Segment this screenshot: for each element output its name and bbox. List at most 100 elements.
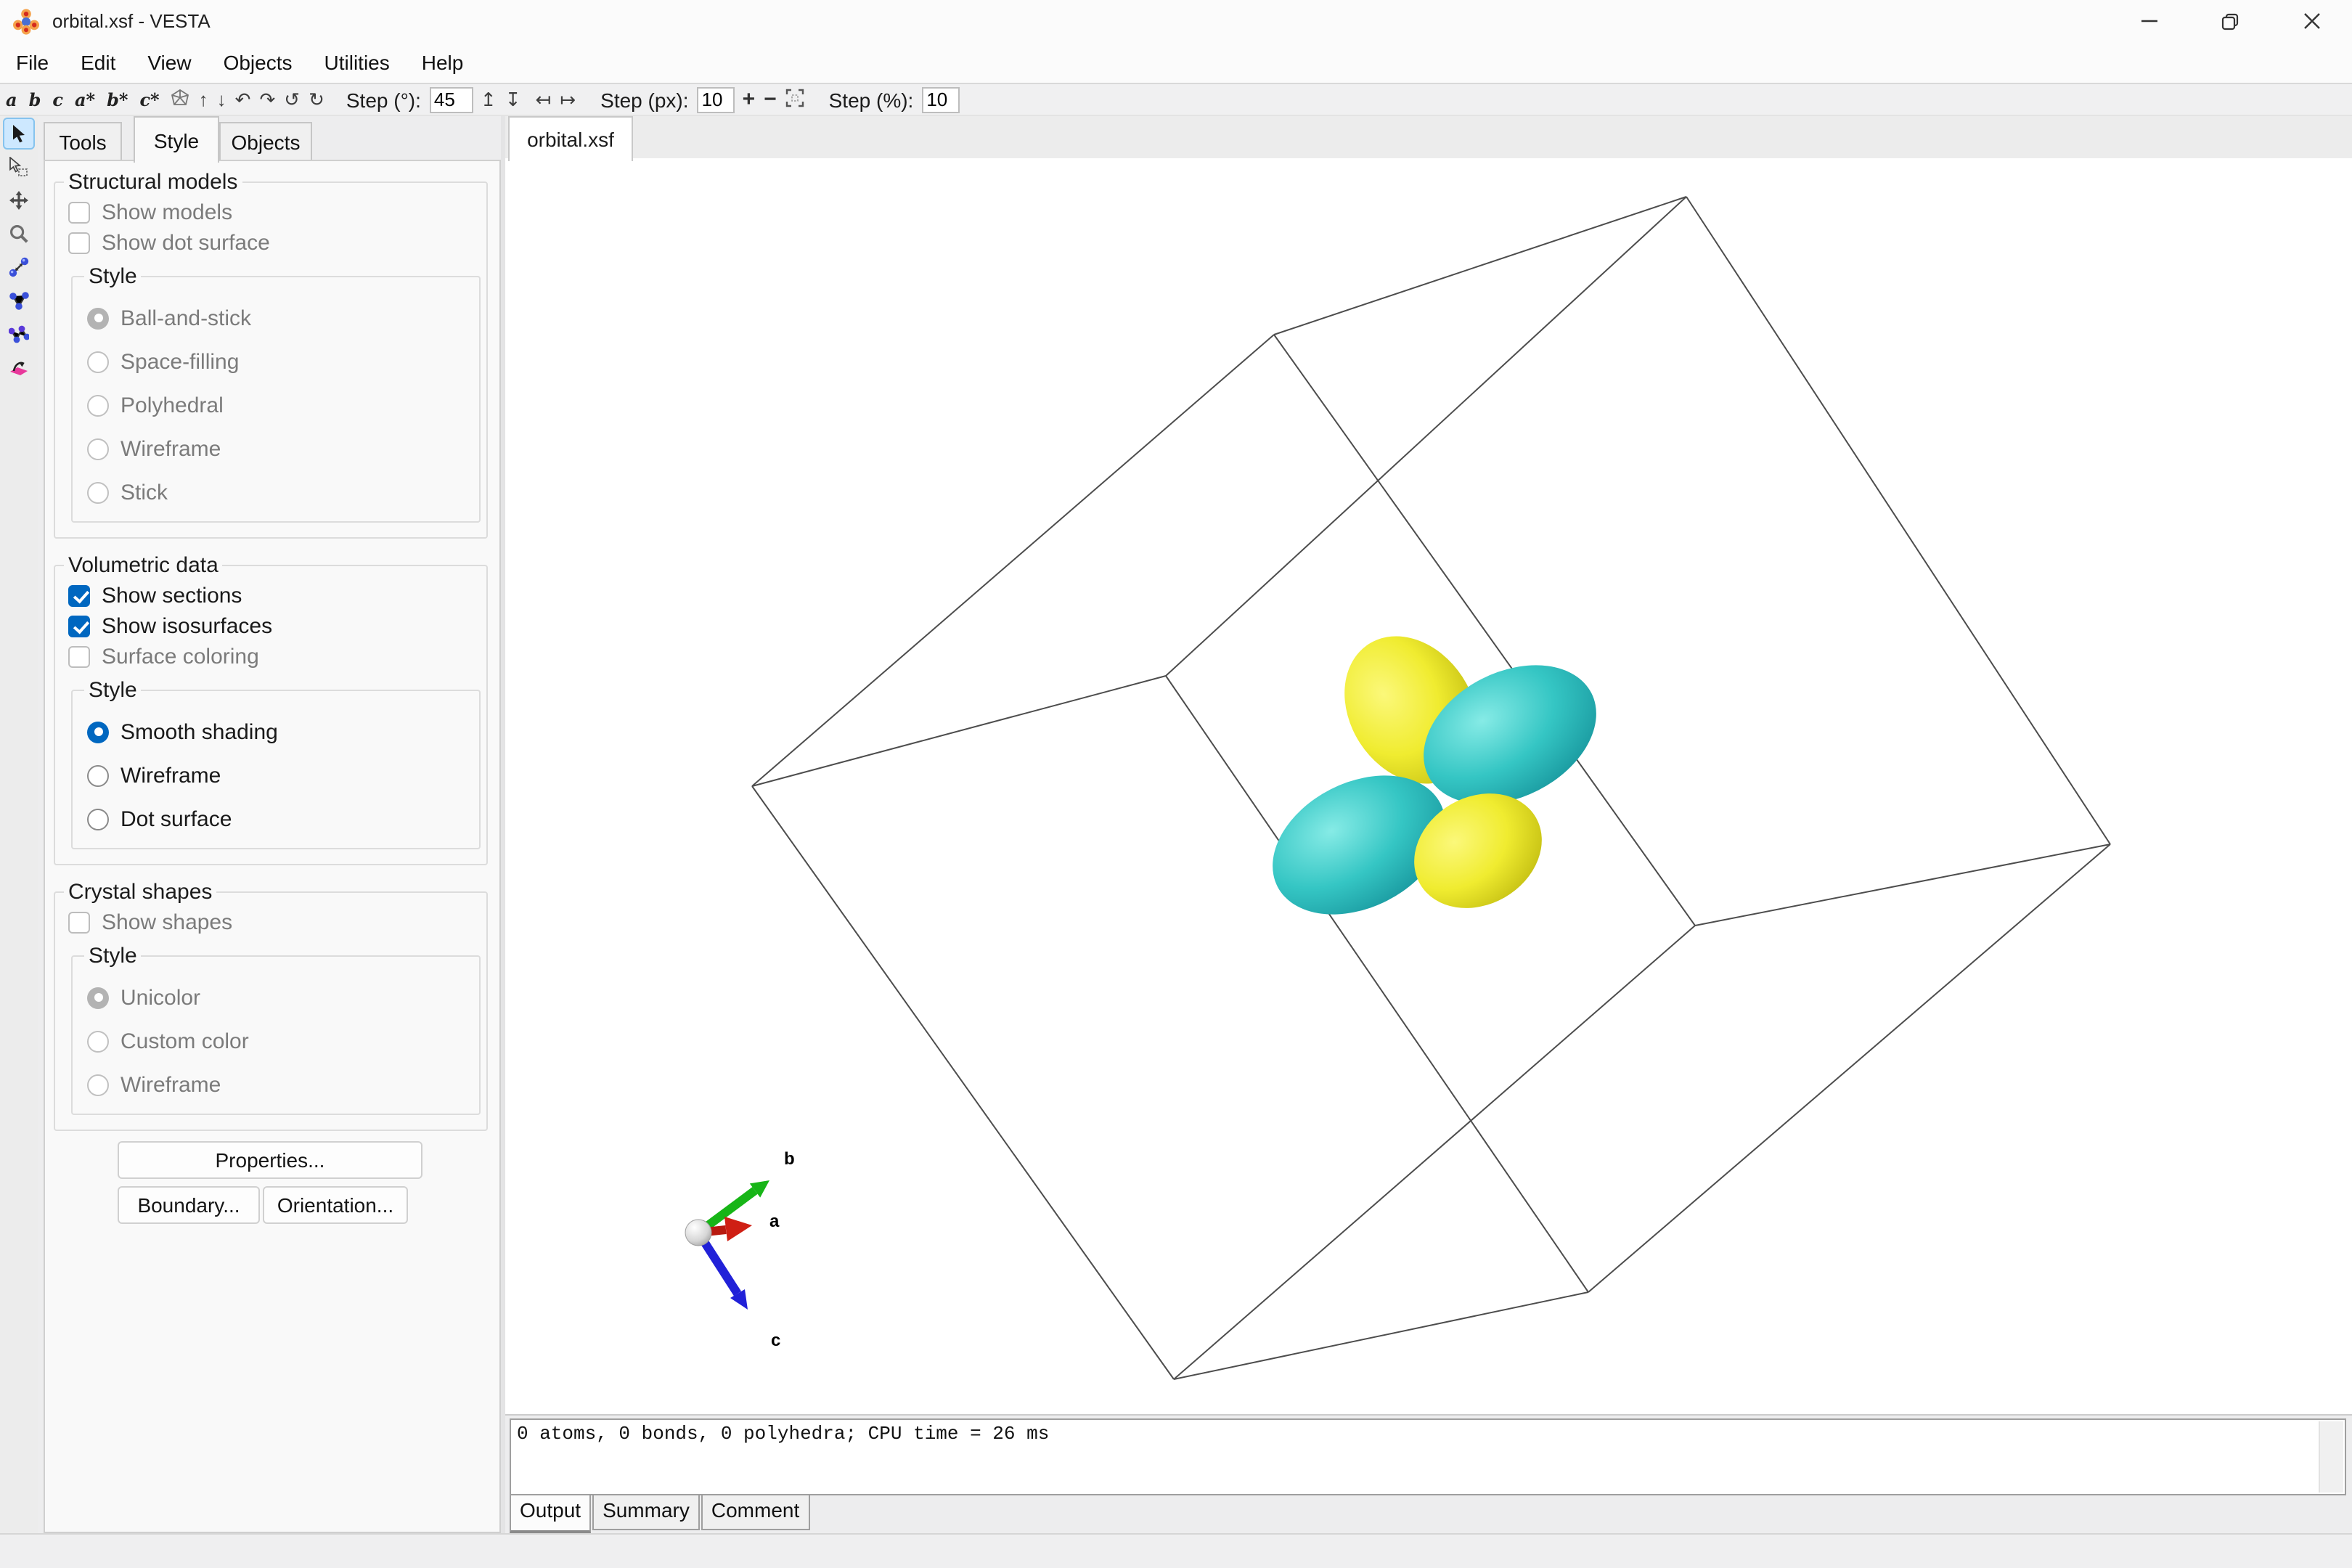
smooth-shading-radio[interactable] bbox=[87, 721, 109, 743]
space-filling-radio[interactable] bbox=[87, 351, 109, 372]
show-models-row[interactable]: Show models bbox=[61, 197, 481, 228]
stick-radio[interactable] bbox=[87, 481, 109, 503]
console-scrollbar[interactable] bbox=[2319, 1421, 2343, 1493]
select-tool-button[interactable] bbox=[3, 118, 35, 150]
spin-ccw-icon[interactable]: ↺ bbox=[279, 90, 304, 109]
axis-b-label: b bbox=[784, 1149, 795, 1169]
radio-wireframe-crystal[interactable]: Wireframe bbox=[81, 1070, 473, 1099]
spin-cw-icon[interactable]: ↻ bbox=[304, 90, 329, 109]
unicolor-radio[interactable] bbox=[87, 987, 109, 1008]
surface-coloring-label: Surface coloring bbox=[102, 645, 259, 669]
step-px-input[interactable] bbox=[698, 86, 735, 113]
magnify-tool-button[interactable] bbox=[3, 218, 35, 250]
wireframe-volumetric-radio[interactable] bbox=[87, 764, 109, 786]
select-area-tool-button[interactable] bbox=[3, 151, 35, 183]
polyhedron-view-icon[interactable] bbox=[166, 88, 195, 111]
wireframe-structural-label: Wireframe bbox=[121, 436, 221, 461]
ball-and-stick-radio[interactable] bbox=[87, 307, 109, 329]
show-isosurfaces-row[interactable]: Show isosurfaces bbox=[61, 611, 481, 642]
dot-surface-radio[interactable] bbox=[87, 808, 109, 830]
distance-tool-button[interactable] bbox=[3, 251, 35, 283]
radio-polyhedral[interactable]: Polyhedral bbox=[81, 391, 473, 420]
close-button[interactable] bbox=[2271, 0, 2352, 42]
view-along-a-star-button[interactable]: a* bbox=[69, 89, 101, 110]
view-along-a-button[interactable]: a bbox=[0, 89, 23, 110]
properties-button[interactable]: Properties... bbox=[118, 1141, 422, 1179]
boundary-button[interactable]: Boundary... bbox=[118, 1186, 260, 1224]
structural-models-title: Structural models bbox=[64, 170, 242, 195]
view-along-c-star-button[interactable]: c* bbox=[134, 89, 165, 110]
volumetric-data-group: Volumetric data Show sections Show isosu… bbox=[54, 553, 488, 865]
document-tab-orbital[interactable]: orbital.xsf bbox=[508, 116, 633, 161]
close-icon bbox=[2303, 13, 2319, 29]
rotate-up-icon[interactable]: ↑ bbox=[195, 90, 213, 109]
tab-objects[interactable]: Objects bbox=[219, 122, 312, 161]
view-along-c-button[interactable]: c bbox=[46, 89, 69, 110]
translate-tool-button[interactable] bbox=[3, 184, 35, 216]
orientation-button[interactable]: Orientation... bbox=[263, 1186, 408, 1224]
tab-style[interactable]: Style bbox=[134, 116, 219, 163]
radio-wireframe-volumetric[interactable]: Wireframe bbox=[81, 761, 473, 790]
step-deg-input[interactable] bbox=[430, 86, 473, 113]
radio-dot-surface[interactable]: Dot surface bbox=[81, 804, 473, 833]
ball-and-stick-label: Ball-and-stick bbox=[121, 306, 251, 330]
zoom-in-icon[interactable]: + bbox=[738, 87, 760, 112]
radio-smooth-shading[interactable]: Smooth shading bbox=[81, 717, 473, 746]
show-sections-checkbox[interactable] bbox=[68, 585, 90, 607]
tab-summary[interactable]: Summary bbox=[592, 1495, 700, 1530]
tab-comment[interactable]: Comment bbox=[701, 1495, 809, 1530]
rotate-ccw-icon[interactable]: ↶ bbox=[231, 90, 256, 109]
radio-space-filling[interactable]: Space-filling bbox=[81, 347, 473, 376]
show-dot-surface-checkbox[interactable] bbox=[68, 232, 90, 254]
show-dot-surface-label: Show dot surface bbox=[102, 231, 270, 256]
menu-edit[interactable]: Edit bbox=[65, 42, 131, 83]
view-along-b-star-button[interactable]: b* bbox=[101, 89, 134, 110]
radio-wireframe-structural[interactable]: Wireframe bbox=[81, 434, 473, 463]
show-shapes-row[interactable]: Show shapes bbox=[61, 907, 481, 938]
custom-color-radio[interactable] bbox=[87, 1030, 109, 1052]
angle-tool-button[interactable] bbox=[3, 285, 35, 317]
zoom-out-icon[interactable]: − bbox=[759, 87, 781, 112]
tab-output[interactable]: Output bbox=[510, 1495, 591, 1533]
surface-coloring-row[interactable]: Surface coloring bbox=[61, 642, 481, 672]
tab-tools[interactable]: Tools bbox=[44, 122, 122, 161]
view-along-b-button[interactable]: b bbox=[23, 89, 47, 110]
volumetric-style-title: Style bbox=[84, 678, 142, 703]
show-dot-surface-row[interactable]: Show dot surface bbox=[61, 228, 481, 258]
style-panel: Structural models Show models Show dot s… bbox=[44, 160, 501, 1533]
menu-utilities[interactable]: Utilities bbox=[309, 42, 406, 83]
pan-right-icon[interactable]: ↦ bbox=[555, 90, 580, 109]
step-pct-input[interactable] bbox=[922, 86, 960, 113]
render-viewport[interactable]: b a c bbox=[505, 158, 2352, 1416]
pan-left-icon[interactable]: ↤ bbox=[531, 90, 556, 109]
structural-style-group: Style Ball-and-stick Space-filling Polyh… bbox=[71, 264, 481, 523]
step-down-icon[interactable]: ↧ bbox=[501, 90, 526, 109]
output-console[interactable]: 0 atoms, 0 bonds, 0 polyhedra; CPU time … bbox=[510, 1418, 2346, 1495]
cut-plane-tool-button[interactable] bbox=[3, 351, 35, 383]
menu-view[interactable]: View bbox=[131, 42, 207, 83]
minimize-button[interactable] bbox=[2108, 0, 2189, 42]
show-sections-row[interactable]: Show sections bbox=[61, 581, 481, 611]
surface-coloring-checkbox[interactable] bbox=[68, 646, 90, 668]
rotate-cw-icon[interactable]: ↷ bbox=[255, 90, 279, 109]
radio-unicolor[interactable]: Unicolor bbox=[81, 983, 473, 1012]
radio-stick[interactable]: Stick bbox=[81, 478, 473, 507]
dihedral-tool-button[interactable] bbox=[3, 318, 35, 350]
step-up-icon[interactable]: ↥ bbox=[476, 90, 501, 109]
radio-ball-and-stick[interactable]: Ball-and-stick bbox=[81, 303, 473, 332]
radio-custom-color[interactable]: Custom color bbox=[81, 1026, 473, 1055]
show-isosurfaces-checkbox[interactable] bbox=[68, 616, 90, 637]
menu-objects[interactable]: Objects bbox=[208, 42, 309, 83]
rotate-down-icon[interactable]: ↓ bbox=[213, 90, 231, 109]
unit-cell-wireframe bbox=[752, 197, 2110, 1379]
wireframe-crystal-radio[interactable] bbox=[87, 1074, 109, 1095]
menu-file[interactable]: File bbox=[0, 42, 65, 83]
show-models-checkbox[interactable] bbox=[68, 202, 90, 224]
menu-help[interactable]: Help bbox=[406, 42, 480, 83]
wireframe-structural-radio[interactable] bbox=[87, 438, 109, 460]
show-shapes-checkbox[interactable] bbox=[68, 912, 90, 934]
restore-button[interactable] bbox=[2189, 0, 2271, 42]
polyhedral-radio[interactable] bbox=[87, 394, 109, 416]
fit-to-screen-icon[interactable] bbox=[781, 89, 809, 110]
crystal-style-title: Style bbox=[84, 944, 142, 968]
